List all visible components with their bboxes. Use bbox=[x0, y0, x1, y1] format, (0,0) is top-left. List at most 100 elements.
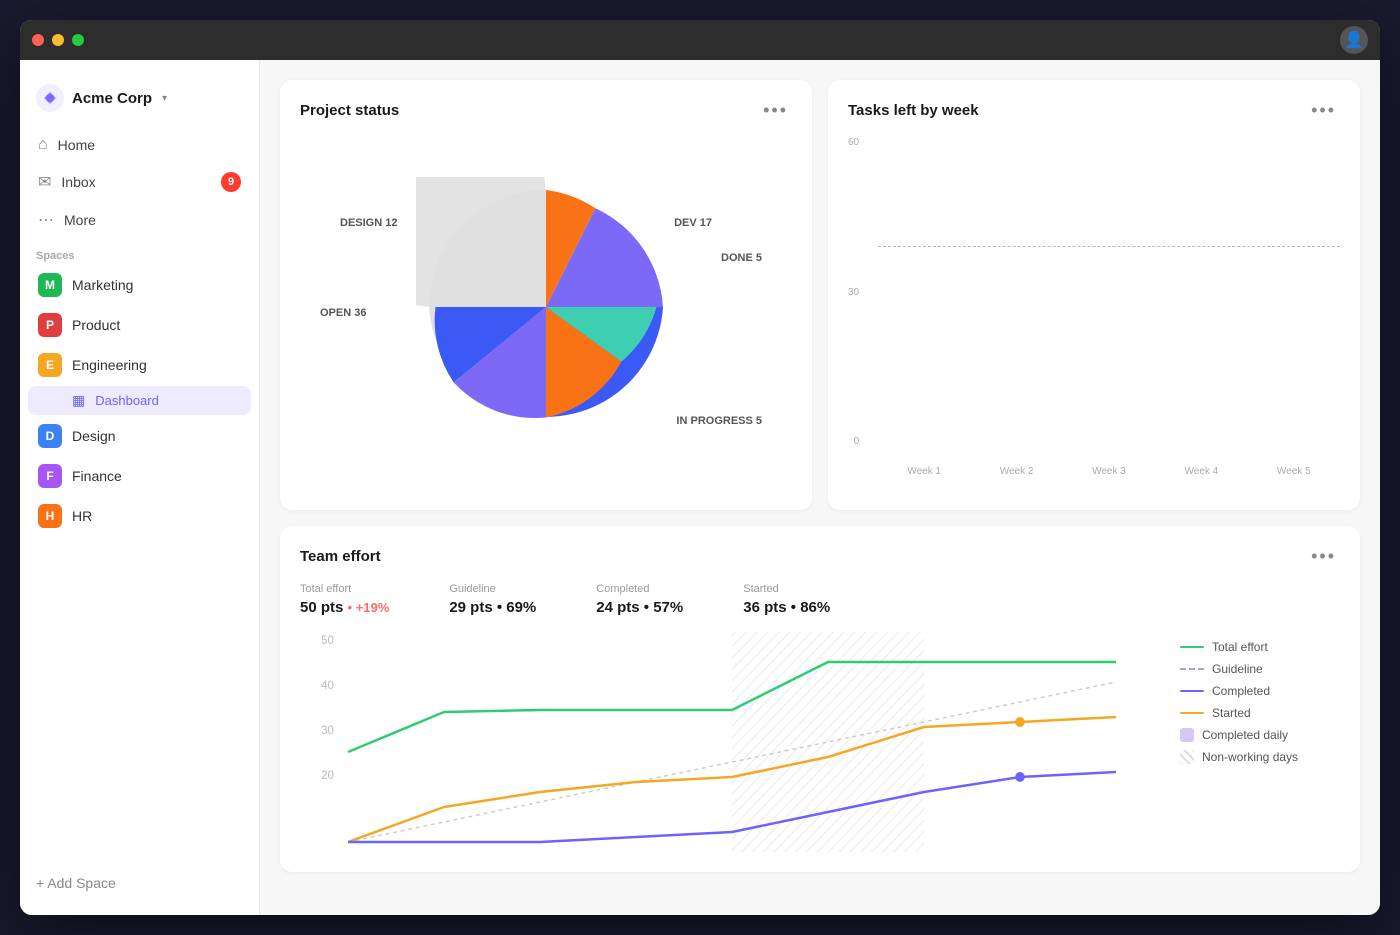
y-label-30: 30 bbox=[848, 287, 859, 298]
legend-started: Started bbox=[1180, 706, 1340, 720]
stat-guideline-value: 29 pts • 69% bbox=[449, 599, 536, 616]
tasks-week-header: Tasks left by week ••• bbox=[848, 100, 1340, 121]
sidebar-more-label: More bbox=[64, 212, 96, 228]
line-chart-svg: 50 40 30 20 bbox=[300, 632, 1164, 852]
design-label: Design bbox=[72, 428, 116, 444]
sidebar-item-hr[interactable]: H HR bbox=[28, 497, 251, 535]
marketing-avatar: M bbox=[38, 273, 62, 297]
legend-total-line bbox=[1180, 646, 1204, 648]
bar-chart-inner: 60 30 0 bbox=[848, 137, 1340, 477]
legend-completed-label: Completed bbox=[1212, 684, 1270, 698]
x-label-week3: Week 3 bbox=[1092, 466, 1126, 477]
tasks-week-more-button[interactable]: ••• bbox=[1307, 100, 1340, 121]
team-effort-header: Team effort ••• bbox=[300, 546, 1340, 567]
finance-initial: F bbox=[46, 469, 53, 483]
hr-label: HR bbox=[72, 508, 92, 524]
workspace-logo[interactable]: Acme Corp ▾ bbox=[20, 76, 259, 128]
team-effort-card: Team effort ••• Total effort 50 pts • +1… bbox=[280, 526, 1360, 872]
finance-label: Finance bbox=[72, 468, 122, 484]
bar-x-labels: Week 1 Week 2 Week 3 Week 4 Week 5 bbox=[878, 449, 1340, 477]
tasks-by-week-card: Tasks left by week ••• 60 30 0 bbox=[828, 80, 1360, 510]
pie-label-dev: DEV 17 bbox=[674, 217, 712, 229]
x-label-week2: Week 2 bbox=[1000, 466, 1034, 477]
inbox-badge: 9 bbox=[221, 172, 241, 192]
y-label-0: 0 bbox=[854, 436, 860, 447]
legend: Total effort Guideline Completed St bbox=[1180, 632, 1340, 852]
legend-started-line bbox=[1180, 712, 1204, 714]
sidebar-item-product[interactable]: P Product bbox=[28, 306, 251, 344]
stat-started: Started 36 pts • 86% bbox=[743, 583, 830, 616]
legend-total-label: Total effort bbox=[1212, 640, 1268, 654]
sidebar-item-finance[interactable]: F Finance bbox=[28, 457, 251, 495]
stat-guideline-label: Guideline bbox=[449, 583, 536, 595]
design-avatar: D bbox=[38, 424, 62, 448]
minimize-button[interactable] bbox=[52, 34, 64, 46]
effort-body: 50 40 30 20 bbox=[300, 632, 1340, 852]
product-avatar: P bbox=[38, 313, 62, 337]
workspace-name: Acme Corp bbox=[72, 90, 152, 107]
sidebar-item-home[interactable]: ⌂ Home bbox=[28, 128, 251, 162]
more-icon: ⋯ bbox=[38, 210, 54, 230]
sidebar-item-more[interactable]: ⋯ More bbox=[28, 202, 251, 238]
legend-nonworking-label: Non-working days bbox=[1202, 750, 1298, 764]
marketing-label: Marketing bbox=[72, 277, 133, 293]
pie-label-design: DESIGN 12 bbox=[340, 217, 397, 229]
app-window: 👤 Acme Corp ▾ ⌂ Home ✉ bbox=[20, 20, 1380, 915]
project-status-header: Project status ••• bbox=[300, 100, 792, 121]
add-space-button[interactable]: + Add Space bbox=[20, 867, 259, 899]
engineering-avatar: E bbox=[38, 353, 62, 377]
home-icon: ⌂ bbox=[38, 136, 48, 154]
titlebar: 👤 bbox=[20, 20, 1380, 60]
sidebar-item-design[interactable]: D Design bbox=[28, 417, 251, 455]
pie-chart-main bbox=[416, 177, 676, 437]
main-content: Project status ••• DESIGN 12 OPEN 36 DEV… bbox=[260, 60, 1380, 915]
sidebar-inbox-label: Inbox bbox=[61, 174, 95, 190]
product-initial: P bbox=[46, 318, 54, 332]
guideline-line bbox=[878, 246, 1340, 247]
team-effort-more-button[interactable]: ••• bbox=[1307, 546, 1340, 567]
sidebar-item-engineering[interactable]: E Engineering bbox=[28, 346, 251, 384]
maximize-button[interactable] bbox=[72, 34, 84, 46]
stat-started-label: Started bbox=[743, 583, 830, 595]
stat-guideline: Guideline 29 pts • 69% bbox=[449, 583, 536, 616]
legend-nonworking-box bbox=[1180, 750, 1194, 764]
engineering-initial: E bbox=[46, 358, 54, 372]
legend-guideline-line bbox=[1180, 668, 1204, 670]
design-initial: D bbox=[46, 429, 55, 443]
stat-completed-value: 24 pts • 57% bbox=[596, 599, 683, 616]
project-status-more-button[interactable]: ••• bbox=[759, 100, 792, 121]
sidebar-item-dashboard[interactable]: ▦ Dashboard bbox=[28, 386, 251, 415]
dashboard-label: Dashboard bbox=[95, 393, 159, 408]
legend-started-label: Started bbox=[1212, 706, 1251, 720]
legend-daily-box bbox=[1180, 728, 1194, 742]
pie-label-open: OPEN 36 bbox=[320, 307, 366, 319]
tasks-week-title: Tasks left by week bbox=[848, 102, 979, 119]
stat-total: Total effort 50 pts • +19% bbox=[300, 583, 389, 616]
inbox-icon: ✉ bbox=[38, 172, 51, 192]
legend-completed-daily: Completed daily bbox=[1180, 728, 1340, 742]
user-avatar[interactable]: 👤 bbox=[1340, 26, 1368, 54]
team-effort-title: Team effort bbox=[300, 548, 381, 565]
spaces-section-label: Spaces bbox=[20, 238, 259, 266]
pie-chart-container: DESIGN 12 OPEN 36 DEV 17 DONE 5 IN PROGR… bbox=[300, 137, 792, 477]
avatar-icon: 👤 bbox=[1344, 30, 1364, 50]
stat-total-label: Total effort bbox=[300, 583, 389, 595]
sidebar: Acme Corp ▾ ⌂ Home ✉ Inbox 9 ⋯ More Spa bbox=[20, 60, 260, 915]
spaces-nav: M Marketing P Product E Engineering bbox=[20, 266, 259, 535]
traffic-lights bbox=[32, 34, 84, 46]
sidebar-item-inbox[interactable]: ✉ Inbox 9 bbox=[28, 164, 251, 200]
bar-y-labels: 60 30 0 bbox=[848, 137, 863, 447]
hr-initial: H bbox=[46, 509, 55, 523]
legend-guideline: Guideline bbox=[1180, 662, 1340, 676]
sidebar-nav: ⌂ Home ✉ Inbox 9 ⋯ More bbox=[20, 128, 259, 238]
workspace-chevron-icon: ▾ bbox=[162, 93, 167, 104]
dashboard-icon: ▦ bbox=[72, 392, 85, 409]
x-label-week4: Week 4 bbox=[1185, 466, 1219, 477]
project-status-card: Project status ••• DESIGN 12 OPEN 36 DEV… bbox=[280, 80, 812, 510]
sidebar-item-marketing[interactable]: M Marketing bbox=[28, 266, 251, 304]
stat-started-value: 36 pts • 86% bbox=[743, 599, 830, 616]
engineering-label: Engineering bbox=[72, 357, 147, 373]
stat-total-value: 50 pts • +19% bbox=[300, 599, 389, 616]
close-button[interactable] bbox=[32, 34, 44, 46]
legend-daily-label: Completed daily bbox=[1202, 728, 1288, 742]
